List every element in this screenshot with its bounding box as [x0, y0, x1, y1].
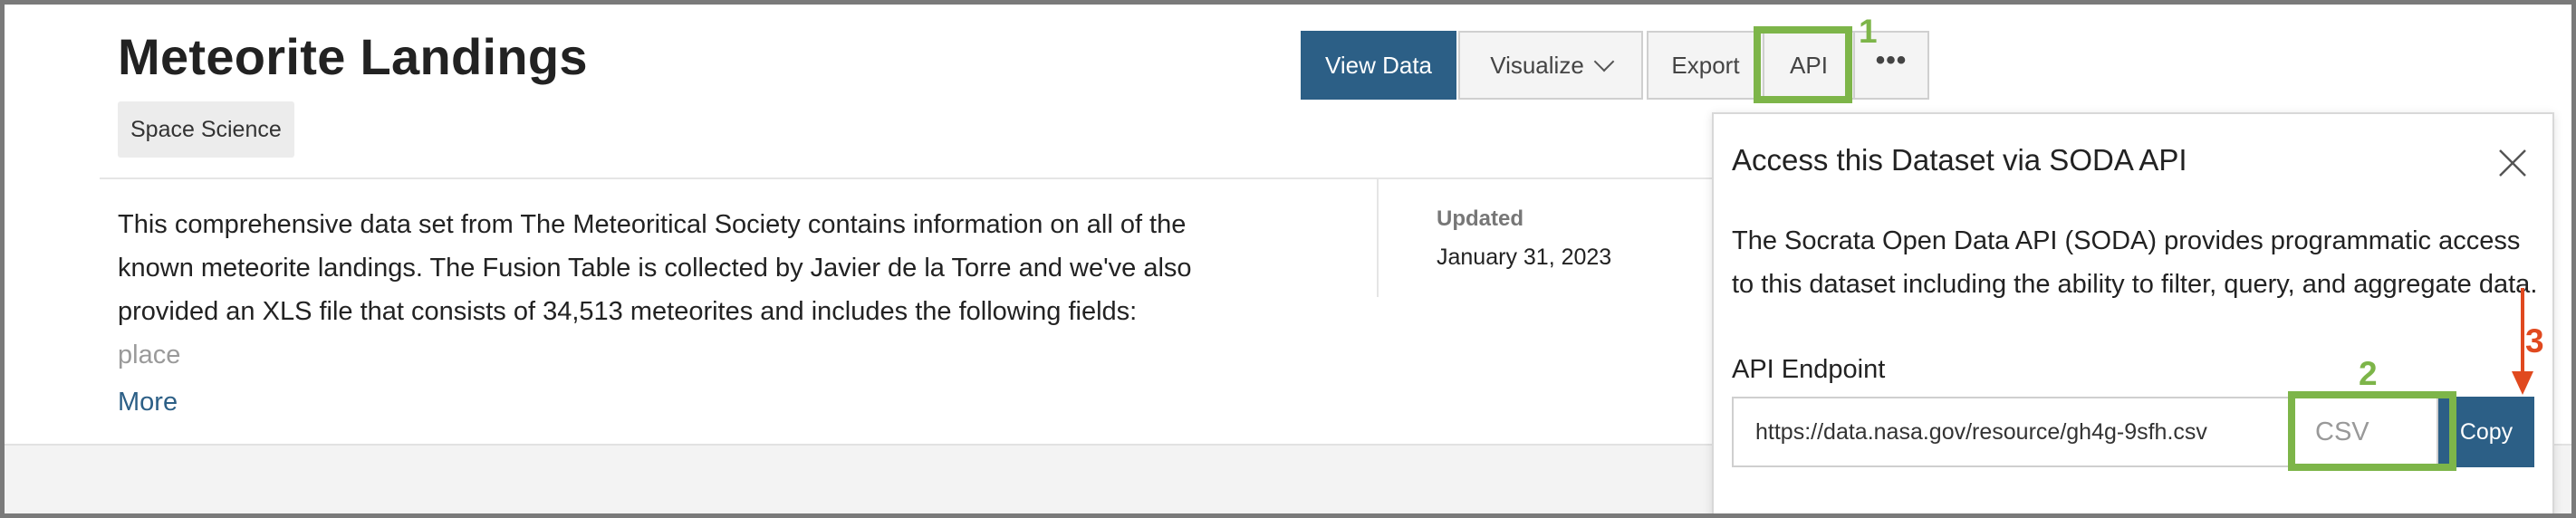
api-endpoint-row: https://data.nasa.gov/resource/gh4g-9sfh… — [1732, 397, 2534, 467]
category-tag[interactable]: Space Science — [118, 101, 294, 158]
export-label: Export — [1671, 51, 1740, 79]
step-3-marker: 3 — [2525, 322, 2544, 360]
api-button[interactable]: API — [1764, 31, 1855, 100]
dataset-toolbar: View Data Visualize Export API ••• — [1301, 31, 1933, 100]
updated-label: Updated — [1437, 206, 1523, 231]
api-label: API — [1790, 51, 1828, 79]
visualize-dropdown-button[interactable]: Visualize — [1458, 31, 1643, 100]
visualize-label: Visualize — [1490, 51, 1584, 79]
description-line: This comprehensive data set from The Met… — [118, 210, 1187, 239]
updated-date: January 31, 2023 — [1437, 245, 1612, 270]
format-select[interactable]: CSV — [2293, 397, 2438, 467]
chevron-down-icon — [1593, 51, 1615, 72]
description-line: known meteorite landings. The Fusion Tab… — [118, 254, 1192, 283]
copy-button[interactable]: Copy — [2438, 397, 2534, 467]
dataset-description: This comprehensive data set from The Met… — [118, 203, 1277, 377]
view-data-label: View Data — [1324, 51, 1433, 79]
description-line: provided an XLS file that consists of 34… — [118, 297, 1138, 326]
close-icon[interactable] — [2494, 145, 2531, 181]
page-title: Meteorite Landings — [118, 28, 588, 85]
api-endpoint-field[interactable]: https://data.nasa.gov/resource/gh4g-9sfh… — [1732, 397, 2293, 467]
header-divider — [100, 177, 1712, 179]
step-2-marker: 2 — [2359, 355, 2378, 392]
ellipsis-icon: ••• — [1875, 45, 1908, 75]
export-button[interactable]: Export — [1647, 31, 1764, 100]
step-1-marker: 1 — [1859, 13, 1878, 50]
section-divider — [1377, 179, 1379, 297]
more-link[interactable]: More — [118, 388, 178, 417]
view-data-button[interactable]: View Data — [1301, 31, 1456, 100]
popup-title: Access this Dataset via SODA API — [1732, 143, 2187, 177]
soda-api-popup: Access this Dataset via SODA API The Soc… — [1712, 112, 2554, 518]
description-faded-line: place — [118, 341, 181, 369]
api-endpoint-label: API Endpoint — [1732, 355, 1886, 384]
popup-description: The Socrata Open Data API (SODA) provide… — [1732, 226, 2538, 299]
